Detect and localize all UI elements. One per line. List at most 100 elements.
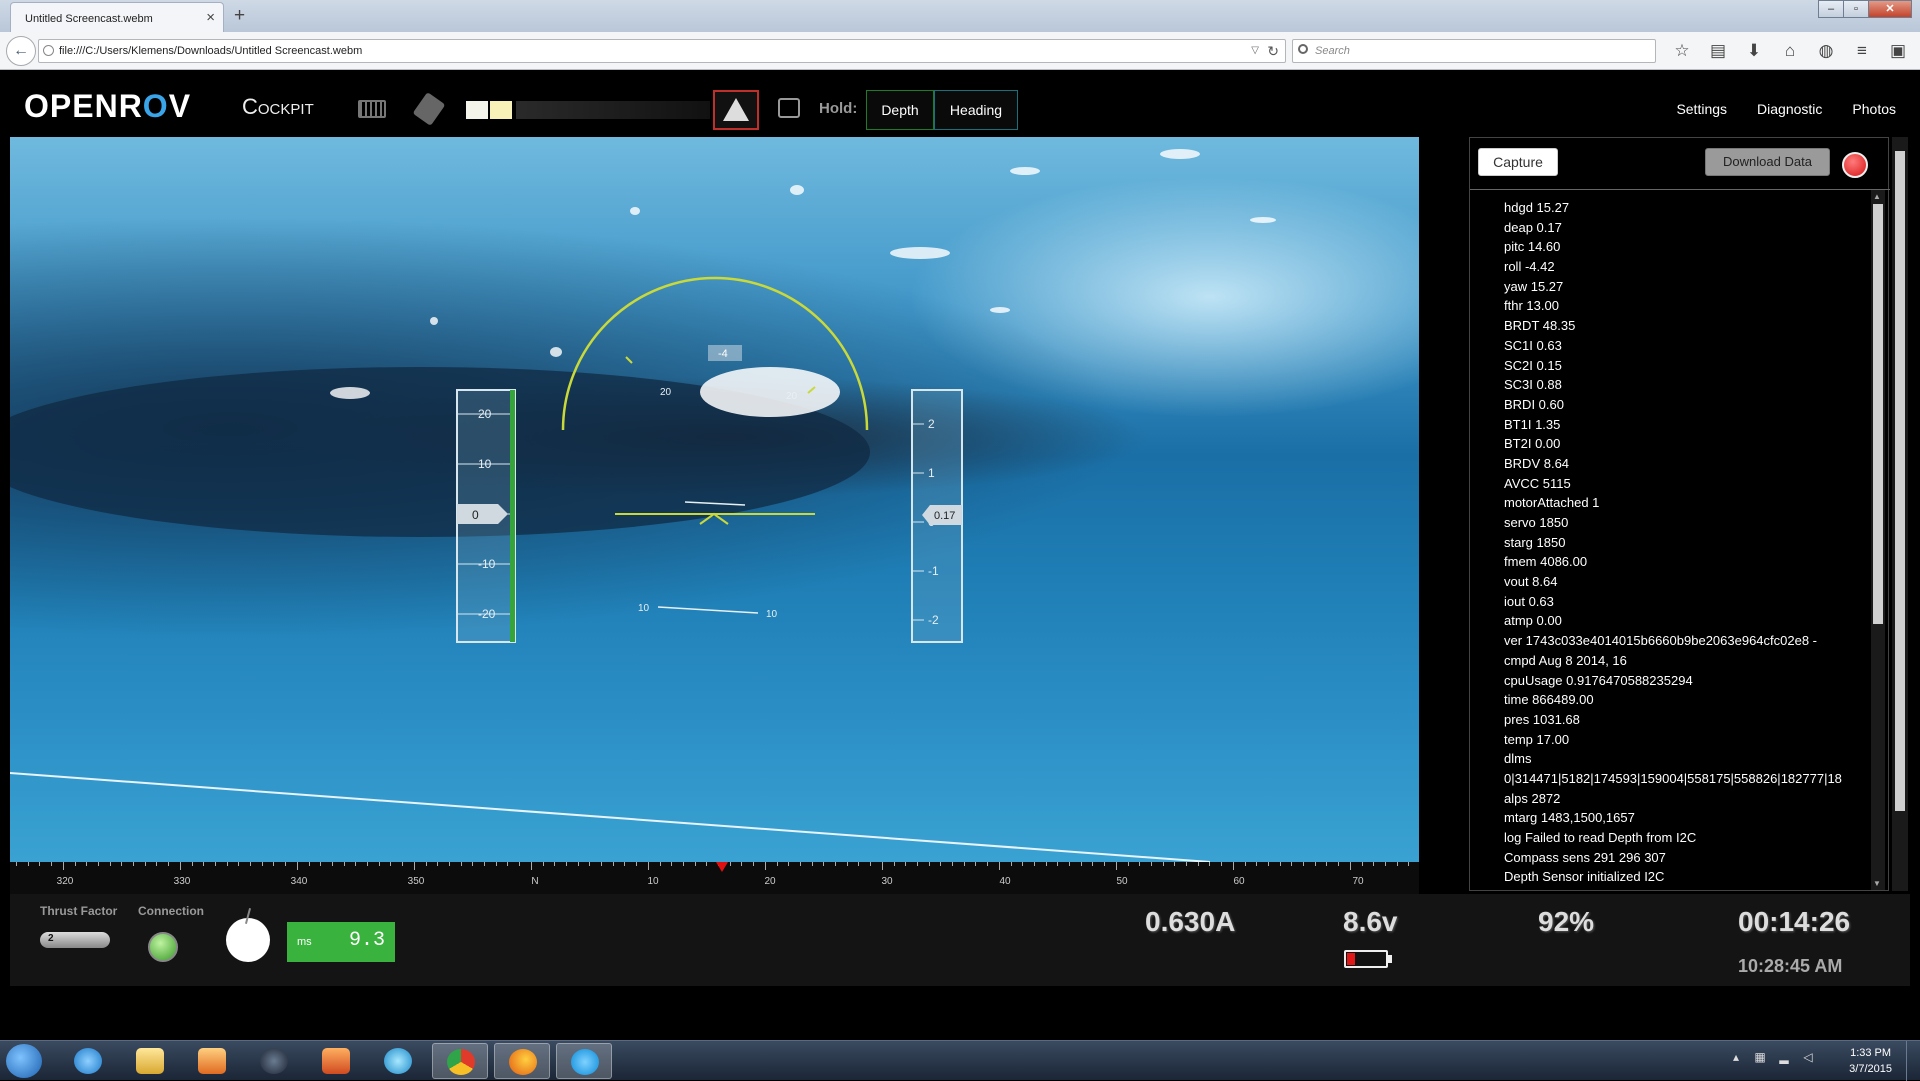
thrust-factor-slider[interactable]: 2: [40, 932, 110, 948]
show-desktop-button[interactable]: [1906, 1041, 1920, 1081]
search-input[interactable]: Search: [1292, 39, 1656, 63]
heading-tick: [390, 862, 392, 866]
minimize-button[interactable]: –: [1818, 0, 1844, 18]
download-icon[interactable]: ⬇: [1736, 39, 1772, 63]
window-close-button[interactable]: ✕: [1868, 0, 1912, 18]
heading-tick: [27, 862, 29, 866]
heading-tick: [858, 862, 860, 866]
heading-tick: [1373, 862, 1375, 866]
heading-label: 50: [1116, 876, 1128, 887]
keyboard-icon[interactable]: [358, 100, 386, 118]
url-dropdown-icon[interactable]: ▽: [1251, 45, 1259, 56]
hp-icon: [260, 1048, 288, 1074]
lights-indicator[interactable]: [466, 101, 514, 119]
chat-icon[interactable]: ◍: [1808, 39, 1844, 63]
browser-tab[interactable]: Untitled Screencast.webm ×: [10, 2, 224, 32]
taskbar-skype[interactable]: [556, 1043, 612, 1079]
latency-unit: ms: [297, 936, 312, 948]
start-button[interactable]: [6, 1044, 42, 1078]
new-tab-button[interactable]: +: [234, 5, 245, 27]
taskbar-firefox[interactable]: [494, 1043, 550, 1079]
search-icon: [1298, 44, 1308, 54]
hold-heading-button[interactable]: Heading: [934, 90, 1018, 130]
photos-link[interactable]: Photos: [1852, 101, 1896, 117]
taskbar-hp[interactable]: [246, 1043, 302, 1079]
heading-tick: [378, 862, 380, 866]
scroll-up-icon[interactable]: ▲: [1873, 192, 1881, 201]
page-scroll-thumb[interactable]: [1895, 151, 1905, 811]
home-icon[interactable]: ⌂: [1772, 39, 1808, 63]
heading-tick: [495, 862, 497, 866]
tab-close-icon[interactable]: ×: [206, 9, 215, 26]
heading-tick: [1256, 862, 1258, 866]
logo-text-r: R: [118, 88, 143, 124]
volume-icon[interactable]: ◁: [1796, 1045, 1820, 1069]
office-icon: [322, 1048, 350, 1074]
light-level-bar[interactable]: [516, 101, 710, 119]
camera-icon[interactable]: [778, 98, 800, 118]
taskbar-ie[interactable]: [60, 1043, 116, 1079]
heading-tick: [659, 862, 661, 866]
maximize-button[interactable]: ▫: [1843, 0, 1869, 18]
bookmark-star-icon[interactable]: ☆: [1664, 39, 1700, 63]
heading-tick: [355, 862, 357, 866]
heading-tick: [507, 862, 509, 866]
telemetry-item: vout 8.64: [1504, 572, 1864, 592]
tray-clock[interactable]: 1:33 PM 3/7/2015: [1849, 1045, 1892, 1077]
signal-icon[interactable]: ▂: [1772, 1045, 1796, 1069]
hold-depth-button[interactable]: Depth: [866, 90, 934, 130]
heading-tick: [62, 862, 64, 870]
battery-level-fill: [1347, 953, 1355, 965]
telemetry-item: ver 1743c033e4014015b6660b9be2063e964cfc…: [1504, 631, 1864, 651]
heading-label: 330: [173, 876, 191, 887]
skype-icon: [571, 1049, 599, 1075]
telemetry-item: iout 0.63: [1504, 592, 1864, 612]
logo-text-open: OPEN: [24, 88, 119, 124]
rate-tick: -2: [928, 613, 939, 627]
heading-tick: [799, 862, 801, 866]
heading-tick: [367, 862, 368, 866]
gripper-icon[interactable]: [412, 92, 446, 126]
settings-link[interactable]: Settings: [1676, 101, 1727, 117]
capture-button[interactable]: Capture: [1478, 148, 1558, 176]
system-tray: ▴ ▦ ▂ ◁: [1724, 1045, 1820, 1069]
taskbar-media[interactable]: [184, 1043, 240, 1079]
heading-tick: [74, 862, 76, 866]
telemetry-item: yaw 15.27: [1504, 277, 1864, 297]
record-button[interactable]: [1842, 152, 1868, 178]
reload-icon[interactable]: ↻: [1267, 43, 1279, 60]
connection-status-icon: [148, 932, 178, 962]
heading-tick: [624, 862, 626, 866]
url-bar[interactable]: file:///C:/Users/Klemens/Downloads/Untit…: [38, 39, 1286, 63]
heading-tick: [296, 862, 298, 870]
telemetry-scrollbar[interactable]: ▲ ▼: [1871, 190, 1885, 890]
network-icon[interactable]: ▦: [1748, 1045, 1772, 1069]
page-scrollbar[interactable]: [1892, 137, 1908, 891]
telemetry-item: hdgd 15.27: [1504, 198, 1864, 218]
diagnostic-link[interactable]: Diagnostic: [1757, 101, 1822, 117]
scroll-down-icon[interactable]: ▼: [1873, 879, 1881, 888]
back-button[interactable]: ←: [6, 36, 36, 66]
heading-tick: [331, 862, 333, 866]
reading-list-icon[interactable]: ▤: [1700, 39, 1736, 63]
menu-icon[interactable]: ≡: [1844, 39, 1880, 63]
download-data-button[interactable]: Download Data: [1705, 148, 1830, 176]
pitch-label: 20: [786, 391, 798, 402]
tray-expand-icon[interactable]: ▴: [1724, 1045, 1748, 1069]
heading-tick: [1349, 862, 1351, 870]
heading-tick: [706, 862, 708, 866]
logo-o-icon: O: [142, 88, 169, 124]
taskbar-office[interactable]: [308, 1043, 364, 1079]
heading-tick: [565, 862, 567, 866]
taskbar-explorer[interactable]: [122, 1043, 178, 1079]
telemetry-item: mtarg 1483,1500,1657: [1504, 808, 1864, 828]
heading-tick: [788, 862, 790, 866]
light-level-2: [490, 101, 512, 119]
laser-button[interactable]: [713, 90, 759, 130]
taskbar-chrome[interactable]: [432, 1043, 488, 1079]
taskbar-globe[interactable]: [370, 1043, 426, 1079]
telemetry-scroll-thumb[interactable]: [1873, 204, 1883, 624]
heading-tick: [214, 862, 216, 866]
heading-marker-icon: [716, 862, 728, 872]
addon-icon[interactable]: ▣: [1880, 39, 1916, 63]
